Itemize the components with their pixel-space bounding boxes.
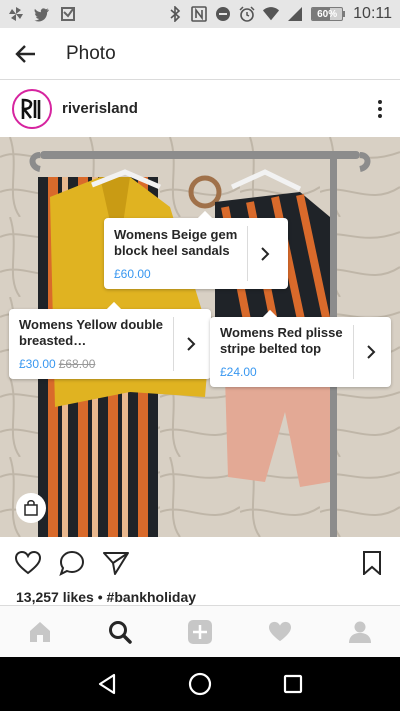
tag-price: £24.00 [220,365,257,379]
like-button[interactable] [6,541,50,585]
tag-name-line2: breasted… [19,333,87,348]
square-recents-icon [284,674,303,694]
post-username[interactable]: riverisland [62,100,138,117]
tag-name-line2: block heel sandals [114,242,230,258]
comment-button[interactable] [50,541,94,585]
alarm-icon [239,6,255,22]
chevron-right-icon[interactable] [248,218,282,289]
post-header: riverisland [0,80,400,137]
tab-profile[interactable] [340,612,380,652]
twitter-icon [34,6,50,22]
inbox-icon [60,6,76,22]
app-bar: Photo [0,28,400,80]
tag-price: £30.00 [19,357,56,371]
wifi-icon [263,6,280,22]
tab-search[interactable] [100,612,140,652]
caption-hashtag[interactable]: #bankholiday [107,589,196,605]
search-icon [109,620,132,644]
heart-icon [15,551,41,575]
chevron-right-icon[interactable] [354,317,388,387]
product-tag-sandals[interactable]: Womens Beige gem block heel sandals £60.… [104,210,288,289]
page-title: Photo [66,42,116,64]
more-options-button[interactable] [360,89,400,129]
post-photo[interactable]: Womens Beige gem block heel sandals £60.… [0,137,400,537]
post-actions [0,537,400,589]
profile-icon [349,621,371,643]
back-arrow-icon [15,44,35,63]
shopping-bag-button[interactable] [16,493,46,523]
nav-home-button[interactable] [178,662,222,706]
bookmark-icon [363,551,381,575]
signal-icon [287,6,303,22]
home-icon [30,621,50,642]
caption-separator: • [93,589,107,605]
battery-percent: 60% [317,9,338,20]
share-button[interactable] [94,541,138,585]
do-not-disturb-icon [215,6,231,22]
avatar[interactable] [12,88,52,129]
likes-line: 13,257 likes • #bankholiday [16,589,196,605]
shopping-bag-icon [24,500,38,516]
android-nav-bar [0,657,400,711]
tag-old-price: £68.00 [58,357,96,371]
tag-price: £60.00 [114,266,151,281]
tag-name-line1: Womens Yellow double [19,317,163,332]
tag-name-line2: stripe belted top [220,341,322,356]
back-button[interactable] [0,28,52,80]
product-tag-top[interactable]: Womens Red plisse stripe belted top £24.… [210,309,391,387]
pinwheel-icon [8,6,24,22]
bluetooth-icon [167,6,183,22]
tag-name-line1: Womens Beige gem [114,226,238,242]
status-bar: 60% 10:11 [0,0,400,28]
chevron-right-icon[interactable] [174,309,208,379]
triangle-back-icon [98,673,115,695]
nfc-icon [191,6,207,22]
nav-recents-button[interactable] [271,662,315,706]
comment-icon [59,550,85,576]
send-icon [103,552,129,575]
likes-count[interactable]: 13,257 likes [16,589,94,605]
product-tag-blazer[interactable]: Womens Yellow double breasted… £30.00 £68… [9,301,211,379]
more-vertical-icon [378,99,382,118]
tag-price-row: £30.00 £68.00 [19,357,163,371]
clock: 10:11 [353,5,392,22]
add-icon [188,619,212,644]
save-button[interactable] [350,541,394,585]
circle-home-icon [188,672,212,696]
tag-name-line1: Womens Red plisse [220,325,343,340]
bottom-tab-bar [0,605,400,657]
heart-icon [269,621,291,641]
nav-back-button[interactable] [85,662,129,706]
tab-add-post[interactable] [180,612,220,652]
tab-activity[interactable] [260,612,300,652]
battery-indicator: 60% [311,7,346,21]
tab-home[interactable] [20,612,60,652]
riverisland-logo-icon [21,98,41,119]
